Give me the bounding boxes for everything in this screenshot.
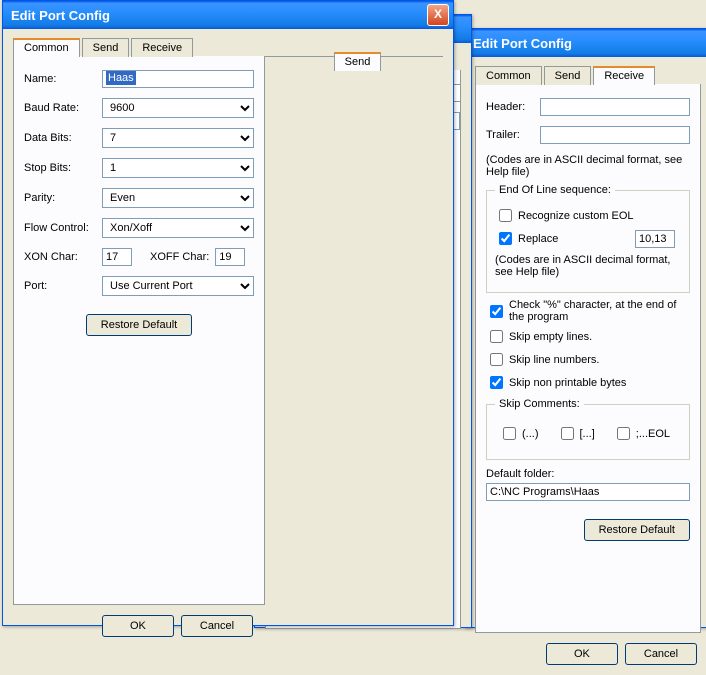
check-pct-checkbox[interactable]: [490, 305, 503, 318]
name-label: Name:: [24, 73, 102, 85]
baud-label: Baud Rate:: [24, 102, 102, 114]
dialog-receive: Edit Port Config Common Send Receive Hea…: [464, 28, 706, 628]
eol-group: End Of Line sequence: Recognize custom E…: [486, 184, 690, 293]
titlebar[interactable]: Edit Port Config X: [3, 1, 453, 29]
flow-label: Flow Control:: [24, 222, 102, 234]
dialog-title: Edit Port Config: [11, 8, 110, 23]
replace-input[interactable]: [635, 230, 675, 248]
dialog-common: Edit Port Config X Common Send Receive N…: [2, 0, 454, 626]
default-folder-label: Default folder:: [486, 468, 690, 480]
parity-select[interactable]: Even: [102, 188, 254, 208]
skip-paren-checkbox[interactable]: [503, 427, 516, 440]
port-select[interactable]: Use Current Port: [102, 276, 254, 296]
recognize-eol-label: Recognize custom EOL: [518, 210, 634, 222]
xon-label: XON Char:: [24, 251, 102, 263]
name-input[interactable]: Haas: [106, 71, 136, 85]
common-panel: Name: Haas Baud Rate: 9600 Data Bits: 7 …: [13, 56, 265, 605]
ok-button[interactable]: OK: [546, 643, 618, 665]
ok-button[interactable]: OK: [102, 615, 174, 637]
tab-receive[interactable]: Receive: [131, 38, 193, 57]
cancel-button[interactable]: Cancel: [625, 643, 697, 665]
xoff-label: XOFF Char:: [150, 251, 209, 263]
parity-label: Parity:: [24, 192, 102, 204]
tab-common[interactable]: Common: [13, 38, 80, 57]
skip-comments-group: Skip Comments: (...) [...] ;...EOL: [486, 398, 690, 460]
skip-eol-checkbox[interactable]: [617, 427, 630, 440]
replace-label: Replace: [518, 233, 635, 245]
port-label: Port:: [24, 280, 102, 292]
xon-input[interactable]: [102, 248, 132, 266]
databits-label: Data Bits:: [24, 132, 102, 144]
recognize-eol-checkbox[interactable]: [499, 209, 512, 222]
skip-linenum-label: Skip line numbers.: [509, 354, 600, 366]
skip-comments-legend: Skip Comments:: [495, 398, 584, 410]
eol-legend: End Of Line sequence:: [495, 184, 615, 196]
skip-empty-checkbox[interactable]: [490, 330, 503, 343]
dialog-title: Edit Port Config: [473, 36, 572, 51]
tab-send[interactable]: Send: [82, 38, 130, 57]
restore-button[interactable]: Restore Default: [86, 314, 192, 336]
baud-select[interactable]: 9600: [102, 98, 254, 118]
tab-send[interactable]: Send: [334, 52, 382, 71]
tab-strip: Common Send Receive: [475, 65, 701, 85]
ascii-note: (Codes are in ASCII decimal format, see …: [486, 154, 690, 178]
default-folder-input[interactable]: [486, 483, 690, 501]
flow-select[interactable]: Xon/Xoff: [102, 218, 254, 238]
close-button[interactable]: X: [427, 4, 449, 26]
tab-receive[interactable]: Receive: [593, 66, 655, 85]
skip-bracket-checkbox[interactable]: [561, 427, 574, 440]
ascii-note2: (Codes are in ASCII decimal format, see …: [495, 254, 681, 278]
receive-panel: Header: Trailer: (Codes are in ASCII dec…: [475, 84, 701, 633]
cancel-button[interactable]: Cancel: [181, 615, 253, 637]
trailer-label: Trailer:: [486, 129, 540, 141]
tab-common[interactable]: Common: [475, 66, 542, 85]
stopbits-label: Stop Bits:: [24, 162, 102, 174]
skip-linenum-checkbox[interactable]: [490, 353, 503, 366]
header-label: Header:: [486, 101, 540, 113]
xoff-input[interactable]: [215, 248, 245, 266]
restore-button[interactable]: Restore Default: [584, 519, 690, 541]
stopbits-select[interactable]: 1: [102, 158, 254, 178]
tab-send[interactable]: Send: [544, 66, 592, 85]
databits-select[interactable]: 7: [102, 128, 254, 148]
titlebar[interactable]: Edit Port Config: [465, 29, 706, 57]
check-pct-label: Check "%" character, at the end of the p…: [509, 299, 690, 323]
skip-empty-label: Skip empty lines.: [509, 331, 592, 343]
skip-nonprint-label: Skip non printable bytes: [509, 377, 626, 389]
replace-checkbox[interactable]: [499, 232, 512, 245]
skip-nonprint-checkbox[interactable]: [490, 376, 503, 389]
trailer-input[interactable]: [540, 126, 690, 144]
header-input[interactable]: [540, 98, 690, 116]
